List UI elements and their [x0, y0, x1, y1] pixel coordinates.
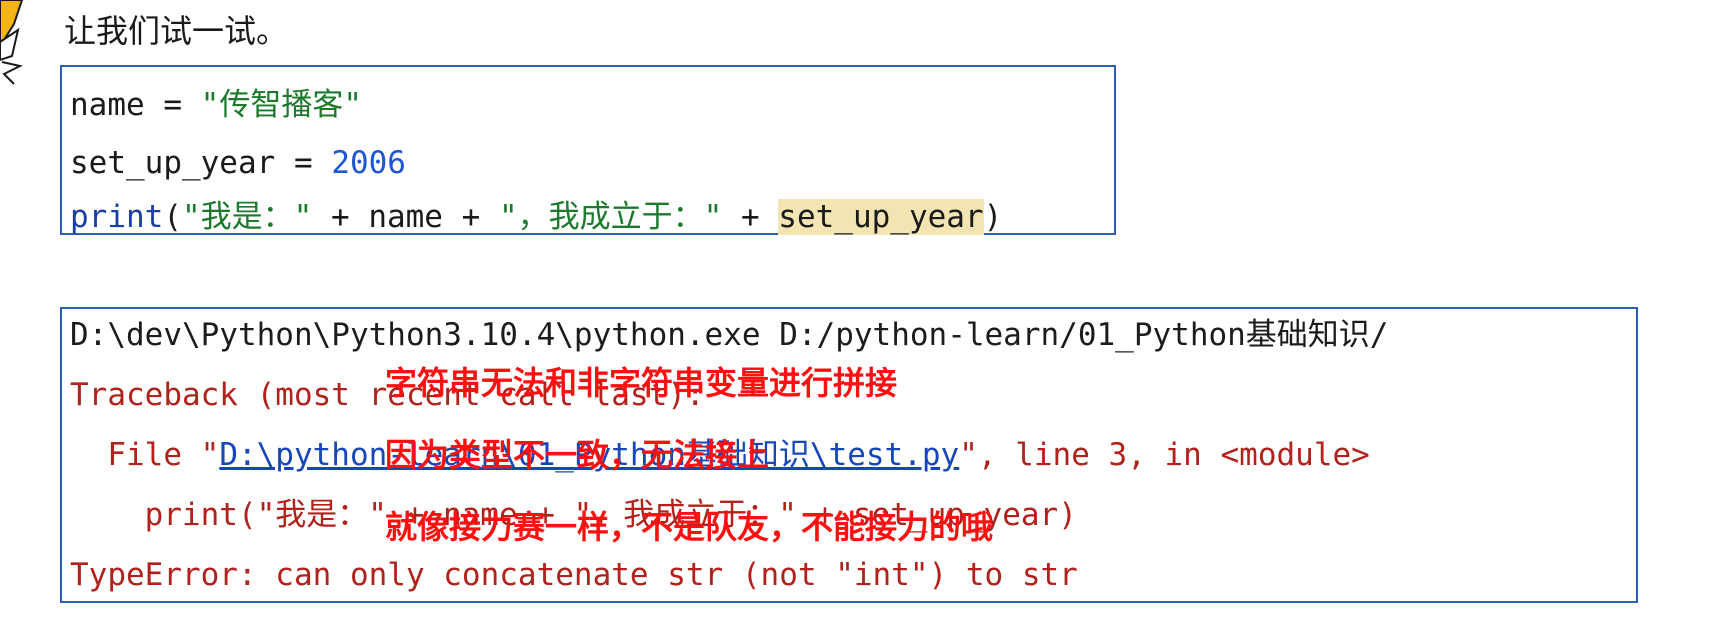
- intro-text: 让我们试一试。: [64, 12, 289, 50]
- code-operator: =: [144, 87, 201, 123]
- code-operator: + name +: [312, 199, 499, 235]
- mascot-icon: [0, 0, 24, 85]
- code-line-3: print("我是：" + name + "，我成立于：" + set_up_y…: [70, 197, 1002, 237]
- code-var: name: [70, 87, 145, 123]
- terminal-line-command: D:\dev\Python\Python3.10.4\python.exe D:…: [70, 317, 1389, 353]
- code-string: "传智播客": [200, 87, 362, 123]
- code-string: "我是：": [182, 199, 313, 235]
- code-line-2: set_up_year = 2006: [70, 143, 406, 183]
- code-line-1: name = "传智播客": [70, 85, 362, 125]
- code-snippet: name = "传智播客" set_up_year = 2006 print("…: [60, 65, 1116, 235]
- annotation-note-2: 因为类型不一致，无法接上: [385, 436, 770, 474]
- code-paren: (: [163, 199, 182, 235]
- code-operator: =: [275, 145, 332, 181]
- terminal-output: D:\dev\Python\Python3.10.4\python.exe D:…: [60, 307, 1638, 603]
- terminal-line-error: TypeError: can only concatenate str (not…: [70, 557, 1078, 593]
- annotation-note-3: 就像接力赛一样，不是队友，不能接力的哦: [385, 508, 994, 546]
- code-function: print: [70, 199, 164, 235]
- code-paren: ): [983, 199, 1003, 235]
- code-string: "，我成立于：": [498, 199, 723, 235]
- terminal-file-prefix: File ": [70, 437, 220, 473]
- code-operator: +: [722, 199, 779, 235]
- code-var: set_up_year: [70, 145, 276, 181]
- code-highlight: set_up_year: [778, 199, 984, 235]
- code-number: 2006: [331, 145, 406, 181]
- annotation-note-1: 字符串无法和非字符串变量进行拼接: [385, 364, 898, 402]
- terminal-file-suffix: ", line 3, in <module>: [959, 437, 1370, 473]
